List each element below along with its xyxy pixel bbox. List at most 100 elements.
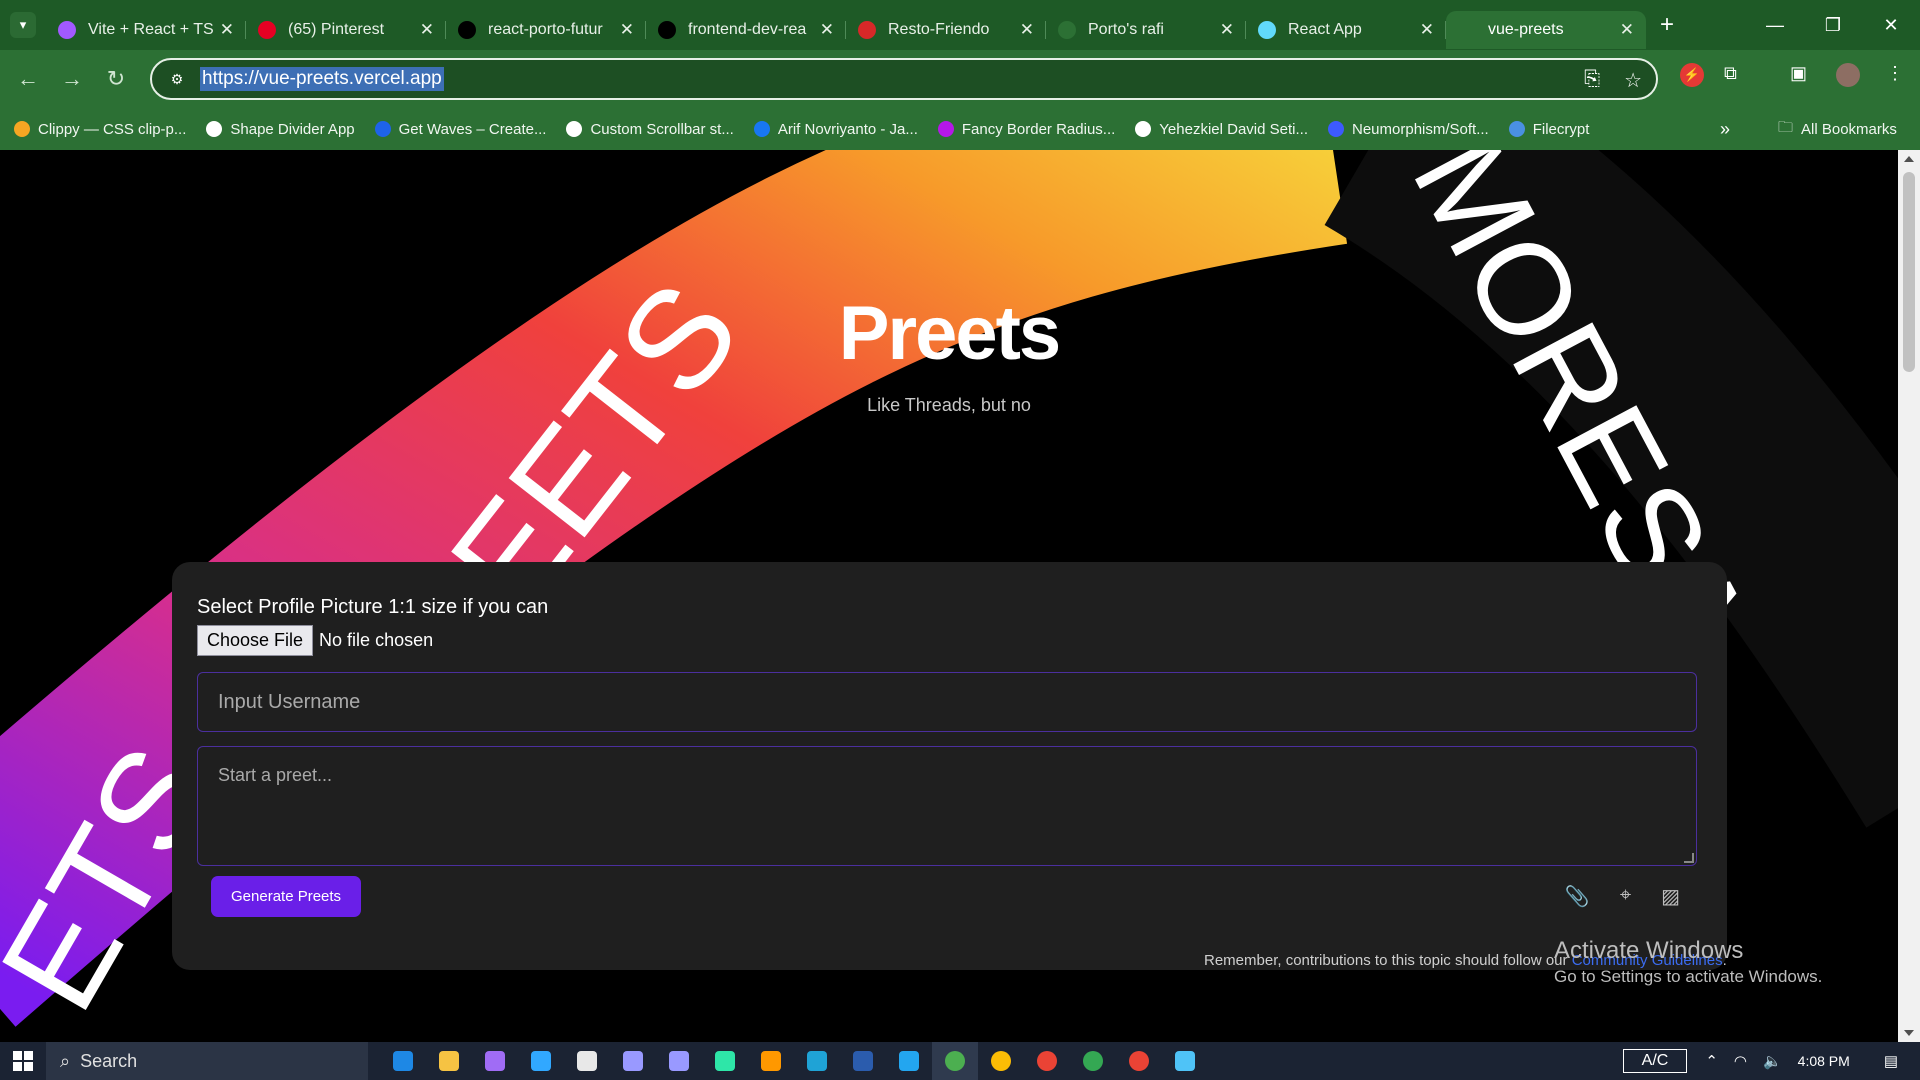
bookmark-item[interactable]: Custom Scrollbar st... [566, 121, 734, 138]
forward-icon[interactable]: → [50, 57, 94, 101]
close-tab-icon[interactable]: ✕ [1020, 20, 1034, 40]
wifi-icon[interactable]: ◠ [1734, 1052, 1747, 1070]
notes-icon[interactable] [564, 1042, 610, 1080]
react-icon [1258, 21, 1276, 39]
install-app-icon[interactable]: ⎘ [1584, 68, 1600, 93]
close-tab-icon[interactable]: ✕ [1420, 20, 1434, 40]
close-window-icon[interactable]: ✕ [1862, 0, 1920, 50]
generate-preets-button[interactable]: Generate Preets [211, 876, 362, 917]
location-pin-icon[interactable]: ⌖ [1620, 884, 1631, 909]
folder-icon: 🗀 [1778, 118, 1794, 136]
minimize-icon[interactable]: — [1746, 0, 1804, 50]
address-url[interactable]: https://vue-preets.vercel.app [200, 67, 444, 91]
chrome-icon[interactable] [978, 1042, 1024, 1080]
username-input[interactable]: Input Username [197, 672, 1697, 732]
browser-tab[interactable]: React App ✕ [1246, 11, 1446, 49]
close-tab-icon[interactable]: ✕ [1620, 20, 1634, 40]
close-tab-icon[interactable]: ✕ [820, 20, 834, 40]
page-title: Preets [838, 291, 1061, 376]
bookmark-item[interactable]: Neumorphism/Soft... [1328, 121, 1489, 138]
bookmark-star-icon[interactable]: ☆ [1624, 68, 1642, 93]
fork-icon [858, 21, 876, 39]
scrollbar-thumb[interactable] [1903, 172, 1915, 372]
browser-tab[interactable]: Porto's rafi ✕ [1046, 11, 1246, 49]
new-tab-button[interactable]: + [1660, 11, 1674, 39]
profile-picture-label: Select Profile Picture 1:1 size if you c… [197, 596, 549, 618]
scroll-down-icon[interactable] [1904, 1030, 1914, 1036]
image-icon[interactable]: ▨ [1661, 884, 1680, 909]
chrome-icon[interactable] [932, 1042, 978, 1080]
browser-tab[interactable]: (65) Pinterest ✕ [246, 11, 446, 49]
tab-title: (65) Pinterest [288, 21, 385, 38]
profile-avatar[interactable] [1836, 63, 1860, 87]
ac-indicator[interactable]: A/C [1622, 1049, 1688, 1073]
choose-file-button[interactable]: Choose File [197, 625, 314, 656]
all-bookmarks-button[interactable]: 🗀 All Bookmarks [1778, 117, 1897, 142]
tab-title: React App [1288, 21, 1362, 38]
chevron-up-icon[interactable]: ⌃ [1705, 1052, 1718, 1070]
close-tab-icon[interactable]: ✕ [220, 20, 234, 40]
bookmark-favicon-icon [1328, 121, 1344, 137]
browser-toolbar: ← → ↻ ⚙ https://vue-preets.vercel.app ⎘ … [0, 50, 1920, 108]
bookmark-item[interactable]: Filecrypt [1508, 121, 1589, 138]
bookmark-item[interactable]: Shape Divider App [206, 121, 355, 138]
footer-note-text: Remember, contributions to this topic sh… [1204, 952, 1572, 969]
browser-tab[interactable]: react-porto-futur ✕ [446, 11, 646, 49]
mail-icon[interactable] [380, 1042, 426, 1080]
browser-tab[interactable]: Resto-Friendo ✕ [846, 11, 1046, 49]
windows-start-icon[interactable] [0, 1042, 46, 1080]
bookmark-item[interactable]: Clippy — CSS clip-p... [14, 121, 186, 138]
edge-icon[interactable] [794, 1042, 840, 1080]
word-icon[interactable] [840, 1042, 886, 1080]
chrome-icon[interactable] [1116, 1042, 1162, 1080]
menu-icon[interactable]: ⋮ [1886, 63, 1904, 84]
page-scrollbar[interactable] [1898, 150, 1920, 1042]
resize-handle[interactable] [1684, 853, 1694, 863]
close-tab-icon[interactable]: ✕ [1220, 20, 1234, 40]
scroll-up-icon[interactable] [1904, 156, 1914, 162]
bookmark-label: Fancy Border Radius... [961, 120, 1116, 138]
site-info-icon[interactable]: ⚙ [166, 68, 188, 90]
restore-icon[interactable]: ❐ [1804, 0, 1862, 50]
close-tab-icon[interactable]: ✕ [620, 20, 634, 40]
bookmark-item[interactable]: Fancy Border Radius... [937, 120, 1116, 138]
bookmark-item[interactable]: Get Waves – Create... [374, 121, 546, 138]
bookmark-label: Arif Novriyanto - Ja... [777, 120, 918, 138]
extension-icon[interactable]: ⚡ [1680, 63, 1704, 87]
tab-search-button[interactable]: ▾ [10, 12, 36, 38]
browser-tab[interactable]: Vite + React + TS ✕ [46, 11, 246, 49]
address-bar[interactable]: ⚙ https://vue-preets.vercel.app ⎘ ☆ [150, 58, 1658, 100]
browser-tab[interactable]: frontend-dev-rea ✕ [646, 11, 846, 49]
browser-tab[interactable]: vue-preets ✕ [1446, 11, 1646, 49]
taskbar-search-label: Search [80, 1050, 138, 1071]
bookmark-favicon-icon [374, 121, 391, 137]
reload-icon[interactable]: ↻ [94, 57, 138, 101]
page-subtitle: Like Threads, but no [867, 395, 1031, 415]
notification-icon[interactable]: ▤ [1884, 1052, 1898, 1070]
clock[interactable]: 4:08 PM [1798, 1053, 1850, 1069]
paperclip-icon[interactable]: 📎 [1565, 884, 1590, 909]
chrome-icon[interactable] [1070, 1042, 1116, 1080]
bookmarks-overflow[interactable]: » [1720, 119, 1730, 140]
extensions-puzzle-icon[interactable]: ⧉ [1724, 63, 1737, 84]
search-icon: ⌕ [60, 1050, 71, 1071]
volume-icon[interactable]: 🔈 [1763, 1052, 1782, 1070]
close-tab-icon[interactable]: ✕ [420, 20, 434, 40]
photoshop-icon[interactable] [518, 1042, 564, 1080]
bookmark-item[interactable]: Arif Novriyanto - Ja... [753, 120, 918, 138]
premiere-icon[interactable] [610, 1042, 656, 1080]
back-icon[interactable]: ← [6, 57, 50, 101]
preet-textarea[interactable]: Start a preet... [197, 746, 1697, 866]
bookmark-item[interactable]: Yehezkiel David Seti... [1135, 121, 1308, 138]
audition-icon[interactable] [702, 1042, 748, 1080]
vscode-icon[interactable] [886, 1042, 932, 1080]
file-explorer-icon[interactable] [426, 1042, 472, 1080]
chrome-icon[interactable] [1024, 1042, 1070, 1080]
side-panel-icon[interactable]: ▣ [1790, 63, 1807, 84]
snipping-icon[interactable] [1162, 1042, 1208, 1080]
taskbar-search[interactable]: ⌕ Search [46, 1042, 368, 1080]
bookmark-label: Neumorphism/Soft... [1352, 120, 1489, 138]
after-effects-icon[interactable] [656, 1042, 702, 1080]
sublime-icon[interactable] [748, 1042, 794, 1080]
copilot-icon[interactable] [472, 1042, 518, 1080]
